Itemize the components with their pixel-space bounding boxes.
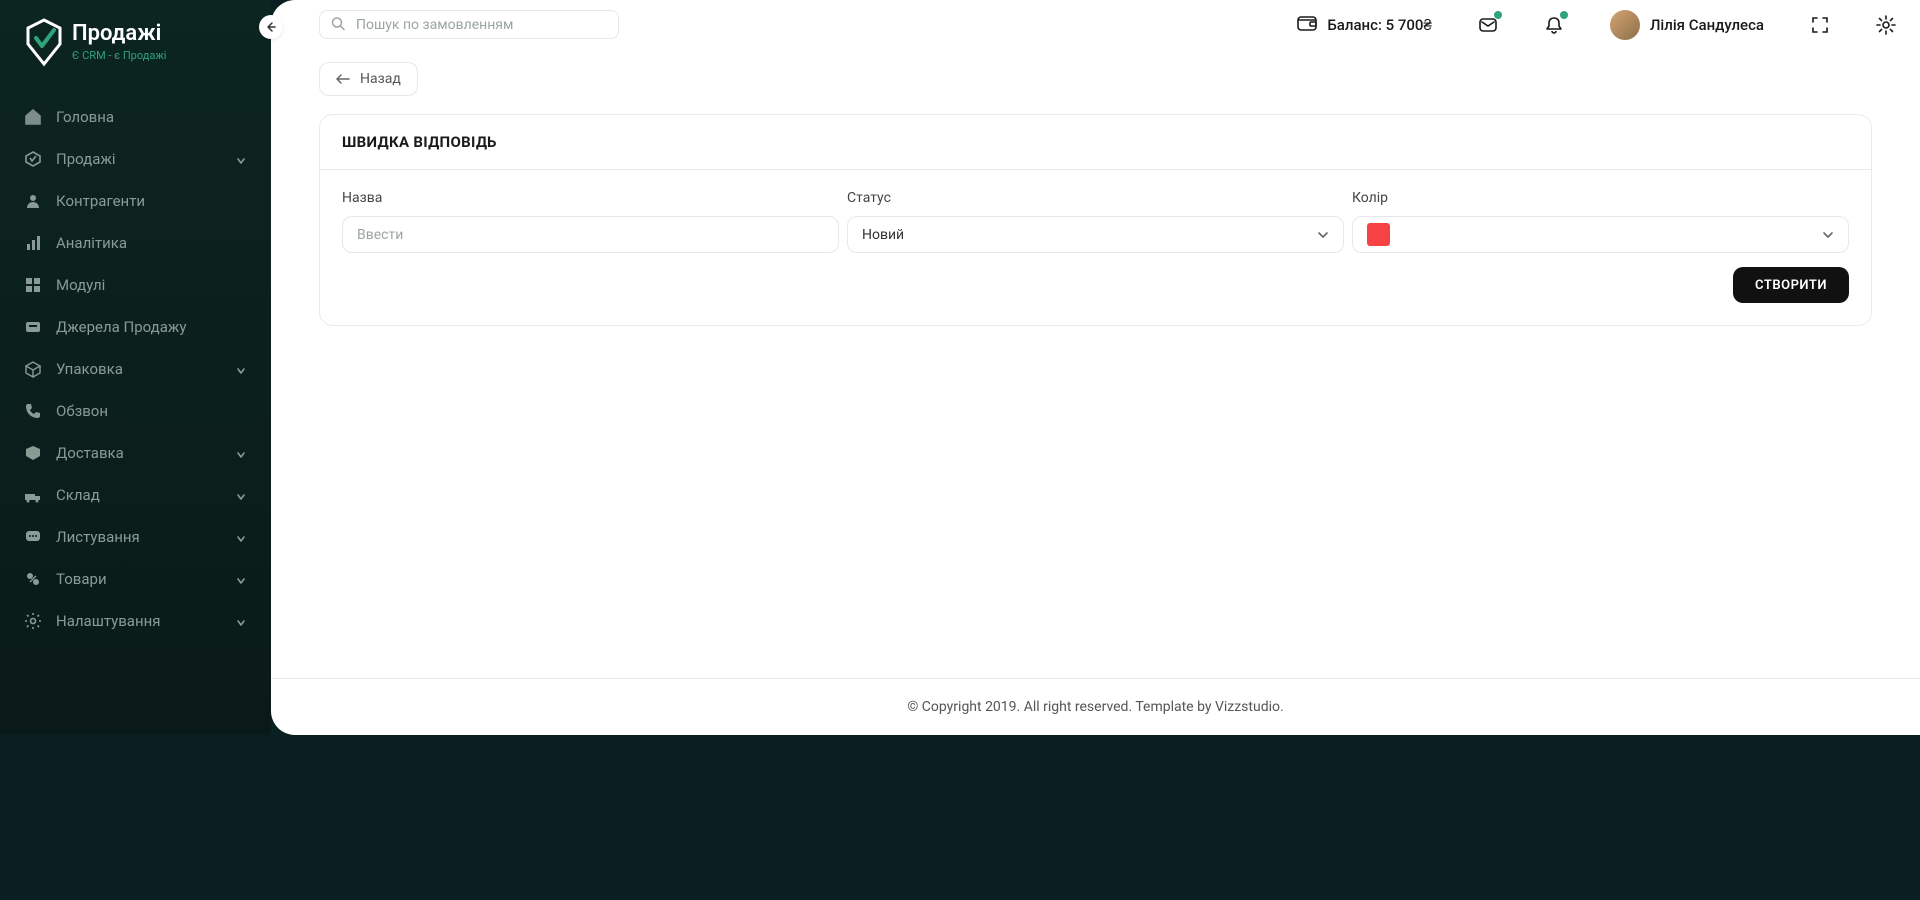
sidebar: Продажі Є CRM - є Продажі Головна Продажі… (0, 0, 271, 735)
topbar: Баланс: 5 700₴ Лілія Сандулеса (271, 0, 1920, 50)
chevron-down-icon (1822, 227, 1834, 243)
field-status: Статус Новий (847, 190, 1344, 253)
arrow-left-icon (265, 21, 277, 33)
card-body: Назва Статус Новий Колір (320, 169, 1871, 325)
fullscreen-icon (1810, 15, 1830, 35)
color-swatch (1367, 223, 1390, 246)
sidebar-item-label: Головна (56, 108, 247, 126)
content: Назад ШВИДКА ВІДПОВІДЬ Назва Статус Нови… (271, 50, 1920, 678)
wallet-icon (1297, 14, 1317, 36)
notifications-button[interactable] (1544, 15, 1564, 35)
logo-icon (24, 16, 64, 68)
brand-name: Продажі (72, 22, 166, 46)
sidebar-item-label: Аналітика (56, 234, 247, 252)
sidebar-item-упаковка[interactable]: Упаковка (0, 348, 271, 390)
settings-button[interactable] (1876, 15, 1896, 35)
notification-dot (1560, 11, 1568, 19)
chevron-down-icon (235, 489, 247, 501)
home-icon (24, 108, 42, 126)
create-button[interactable]: СТВОРИТИ (1733, 267, 1849, 303)
user-icon (24, 192, 42, 210)
footer-text: © Copyright 2019. All right reserved. Te… (907, 699, 1283, 715)
sidebar-item-джерела-продажу[interactable]: Джерела Продажу (0, 306, 271, 348)
back-button[interactable]: Назад (319, 62, 418, 96)
user-menu[interactable]: Лілія Сандулеса (1610, 10, 1764, 40)
logo-block[interactable]: Продажі Є CRM - є Продажі (0, 16, 271, 88)
balance-text: Баланс: 5 700₴ (1327, 16, 1431, 34)
sidebar-item-головна[interactable]: Головна (0, 96, 271, 138)
modules-icon (24, 276, 42, 294)
sidebar-item-листування[interactable]: Листування (0, 516, 271, 558)
sidebar-item-продажі[interactable]: Продажі (0, 138, 271, 180)
sidebar-collapse-button[interactable] (259, 15, 283, 39)
arrow-left-icon (336, 74, 350, 84)
messages-icon (24, 528, 42, 546)
search-icon (331, 15, 345, 34)
goods-icon (24, 570, 42, 588)
search-wrap (319, 10, 619, 39)
gear-icon (1876, 15, 1896, 35)
sidebar-item-label: Контрагенти (56, 192, 247, 210)
sidebar-item-label: Листування (56, 528, 221, 546)
main: Баланс: 5 700₴ Лілія Сандулеса Назад ШВИ… (271, 0, 1920, 735)
chevron-down-icon (1317, 227, 1329, 243)
chevron-down-icon (235, 363, 247, 375)
sidebar-item-обзвон[interactable]: Обзвон (0, 390, 271, 432)
chevron-down-icon (235, 531, 247, 543)
chevron-down-icon (235, 447, 247, 459)
delivery-icon (24, 444, 42, 462)
warehouse-icon (24, 486, 42, 504)
nav: Головна Продажі Контрагенти Аналітика Модулі… (0, 88, 271, 650)
fullscreen-button[interactable] (1810, 15, 1830, 35)
sidebar-item-label: Склад (56, 486, 221, 504)
card-title: ШВИДКА ВІДПОВІДЬ (320, 115, 1871, 169)
sidebar-item-label: Товари (56, 570, 221, 588)
status-select[interactable]: Новий (847, 216, 1344, 253)
brand-tagline: Є CRM - є Продажі (72, 49, 166, 62)
sources-icon (24, 318, 42, 336)
balance[interactable]: Баланс: 5 700₴ (1297, 14, 1431, 36)
chart-icon (24, 234, 42, 252)
chevron-down-icon (235, 573, 247, 585)
user-name: Лілія Сандулеса (1650, 16, 1764, 34)
name-label: Назва (342, 190, 839, 206)
avatar (1610, 10, 1640, 40)
status-label: Статус (847, 190, 1344, 206)
sidebar-item-налаштування[interactable]: Налаштування (0, 600, 271, 642)
chevron-down-icon (235, 615, 247, 627)
phone-icon (24, 402, 42, 420)
sidebar-item-аналітика[interactable]: Аналітика (0, 222, 271, 264)
sidebar-item-модулі[interactable]: Модулі (0, 264, 271, 306)
sidebar-item-label: Доставка (56, 444, 221, 462)
sales-icon (24, 150, 42, 168)
quick-reply-card: ШВИДКА ВІДПОВІДЬ Назва Статус Новий (319, 114, 1872, 326)
name-input[interactable] (342, 216, 839, 253)
sidebar-item-товари[interactable]: Товари (0, 558, 271, 600)
sidebar-item-label: Обзвон (56, 402, 247, 420)
settings-icon (24, 612, 42, 630)
inbox-button[interactable] (1478, 15, 1498, 35)
color-label: Колір (1352, 190, 1849, 206)
color-select[interactable] (1352, 216, 1849, 253)
sidebar-item-label: Джерела Продажу (56, 318, 247, 336)
sidebar-item-label: Продажі (56, 150, 221, 168)
sidebar-item-склад[interactable]: Склад (0, 474, 271, 516)
footer: © Copyright 2019. All right reserved. Te… (271, 678, 1920, 735)
field-name: Назва (342, 190, 839, 253)
back-label: Назад (360, 71, 401, 87)
sidebar-item-label: Модулі (56, 276, 247, 294)
notification-dot (1494, 11, 1502, 19)
chevron-down-icon (235, 153, 247, 165)
field-color: Колір (1352, 190, 1849, 253)
sidebar-item-label: Упаковка (56, 360, 221, 378)
sidebar-item-контрагенти[interactable]: Контрагенти (0, 180, 271, 222)
package-icon (24, 360, 42, 378)
sidebar-item-доставка[interactable]: Доставка (0, 432, 271, 474)
search-input[interactable] (319, 10, 619, 39)
status-value: Новий (862, 227, 904, 243)
sidebar-item-label: Налаштування (56, 612, 221, 630)
